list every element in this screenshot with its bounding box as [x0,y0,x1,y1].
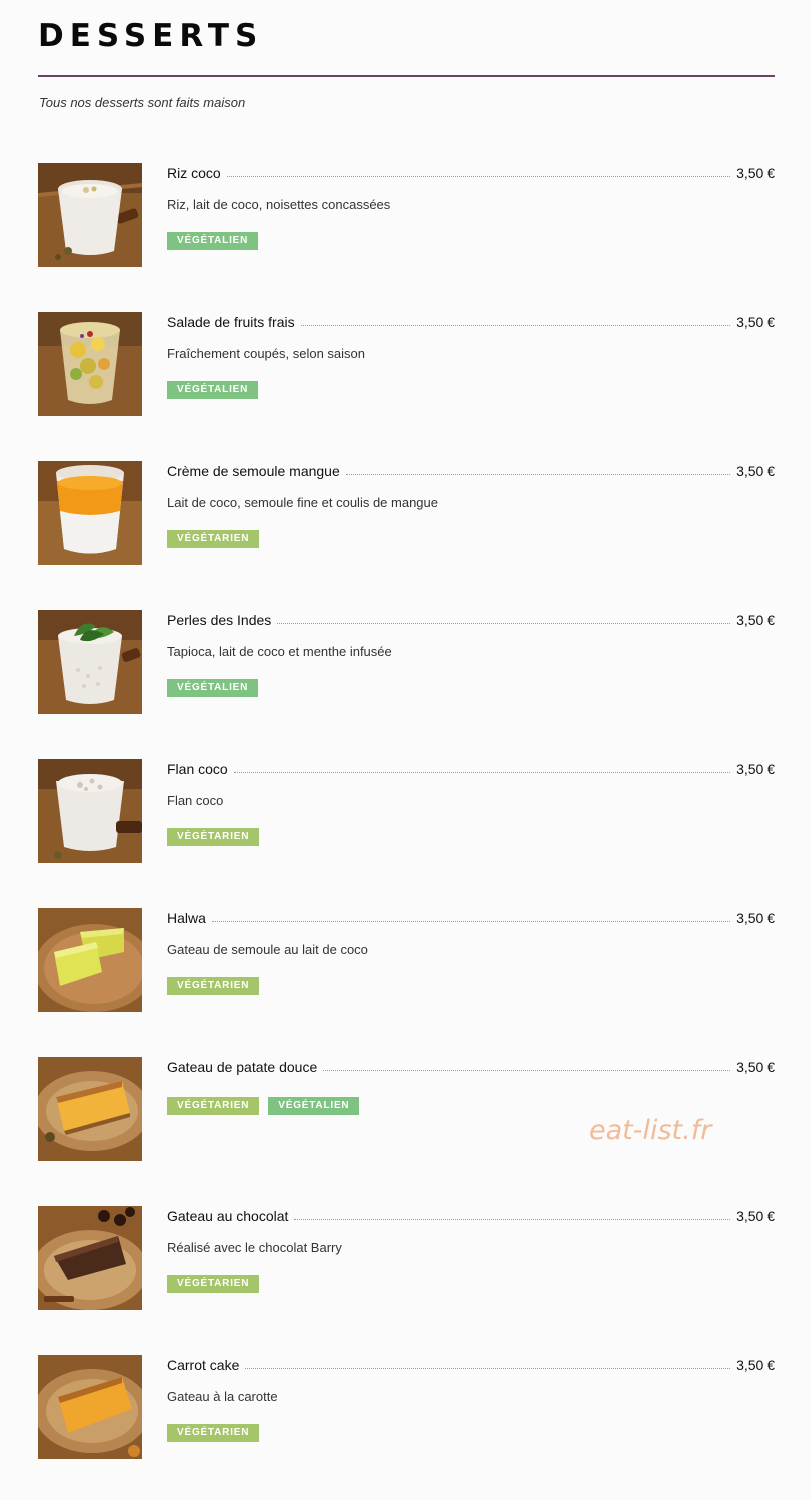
dot-leader [233,761,731,773]
dot-leader [323,1059,731,1071]
tag-vegan: Végétalien [167,381,259,399]
item-name: Riz coco [167,165,221,181]
item-name: Gateau au chocolat [167,1208,289,1224]
item-description: Réalisé avec le chocolat Barry [167,1240,342,1255]
item-description: Flan coco [167,793,224,808]
watermark-text: eat-list.fr [589,1115,712,1146]
dot-leader [211,910,731,922]
tag-vegan: Végétalien [268,1097,360,1115]
item-description: Riz, lait de coco, noisettes concassées [167,197,391,212]
item-name: Salade de fruits frais [167,314,295,330]
page-title: DESSERTS [38,18,264,54]
rice-pudding-cup-icon [38,163,142,267]
item-price: 3,50 € [736,1357,775,1373]
diet-tags: Végétarien [167,1275,260,1293]
diet-tags: Végétalien [167,679,259,697]
item-name: Gateau de patate douce [167,1059,318,1075]
tapioca-mint-cup-icon [38,610,142,714]
menu-item-salade-de-fruits[interactable]: Salade de fruits frais 3,50 € Fraîchemen… [38,312,775,416]
title-divider [38,75,775,77]
coconut-flan-cup-icon [38,759,142,863]
item-description: Gateau à la carotte [167,1389,278,1404]
carrot-cake-icon [38,1355,142,1459]
diet-tags: Végétarien [167,1424,260,1442]
tag-vegan: Végétalien [167,679,259,697]
item-name: Perles des Indes [167,612,272,628]
dot-leader [226,165,731,177]
dot-leader [300,314,731,326]
item-price: 3,50 € [736,1208,775,1224]
tag-vegetarian: Végétarien [167,1097,260,1115]
item-price: 3,50 € [736,910,775,926]
tag-vegetarian: Végétarien [167,1275,260,1293]
menu-item-halwa[interactable]: Halwa 3,50 € Gateau de semoule au lait d… [38,908,775,1012]
item-description: Lait de coco, semoule fine et coulis de … [167,495,439,510]
diet-tags: Végétarien [167,530,260,548]
dot-leader [277,612,731,624]
sweet-potato-cake-icon [38,1057,142,1161]
tag-vegan: Végétalien [167,232,259,250]
menu-item-perles-des-indes[interactable]: Perles des Indes 3,50 € Tapioca, lait de… [38,610,775,714]
menu-item-creme-de-semoule-mangue[interactable]: Crème de semoule mangue 3,50 € Lait de c… [38,461,775,565]
tag-vegetarian: Végétarien [167,828,260,846]
item-price: 3,50 € [736,165,775,181]
diet-tags: Végétarien [167,828,260,846]
diet-tags: Végétalien [167,232,259,250]
dot-leader [294,1208,731,1220]
tag-vegetarian: Végétarien [167,977,260,995]
item-name: Halwa [167,910,206,926]
dot-leader [245,1357,731,1369]
menu-item-carrot-cake[interactable]: Carrot cake 3,50 € Gateau à la carotte V… [38,1355,775,1459]
mango-semolina-cup-icon [38,461,142,565]
menu-item-flan-coco[interactable]: Flan coco 3,50 € Flan coco Végétarien [38,759,775,863]
item-description: Fraîchement coupés, selon saison [167,346,365,361]
item-price: 3,50 € [736,612,775,628]
chocolate-cake-icon [38,1206,142,1310]
fruit-salad-cup-icon [38,312,142,416]
intro-text: Tous nos desserts sont faits maison [39,95,246,110]
item-name: Carrot cake [167,1357,240,1373]
item-price: 3,50 € [736,463,775,479]
item-name: Flan coco [167,761,228,777]
diet-tags: Végétarien Végétalien [167,1097,360,1115]
tag-vegetarian: Végétarien [167,1424,260,1442]
diet-tags: Végétarien [167,977,260,995]
item-price: 3,50 € [736,314,775,330]
item-price: 3,50 € [736,761,775,777]
tag-vegetarian: Végétarien [167,530,260,548]
item-description: Gateau de semoule au lait de coco [167,942,368,957]
menu-item-riz-coco[interactable]: Riz coco 3,50 € Riz, lait de coco, noise… [38,163,775,267]
menu-item-gateau-au-chocolat[interactable]: Gateau au chocolat 3,50 € Réalisé avec l… [38,1206,775,1310]
dot-leader [345,463,731,475]
item-price: 3,50 € [736,1059,775,1075]
item-name: Crème de semoule mangue [167,463,340,479]
halwa-slices-icon [38,908,142,1012]
item-description: Tapioca, lait de coco et menthe infusée [167,644,392,659]
diet-tags: Végétalien [167,381,259,399]
